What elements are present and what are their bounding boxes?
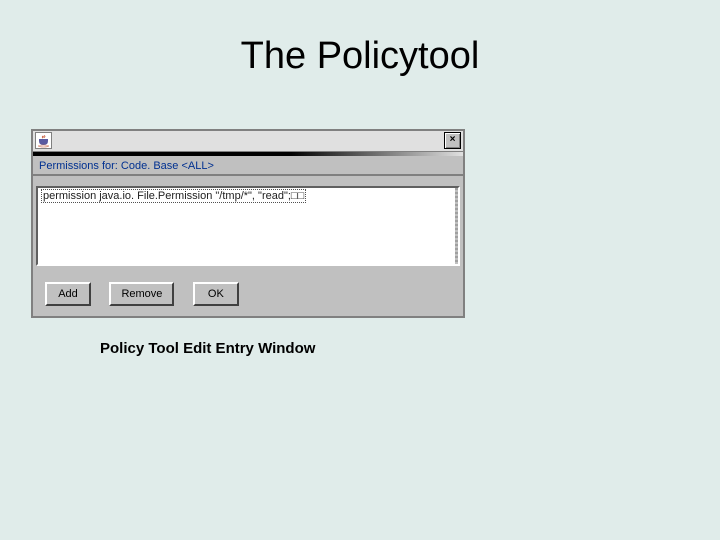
figure-caption: Policy Tool Edit Entry Window bbox=[100, 340, 315, 357]
policytool-window: × Permissions for: Code. Base <ALL> perm… bbox=[32, 130, 464, 317]
add-button[interactable]: Add bbox=[45, 282, 91, 306]
remove-button[interactable]: Remove bbox=[109, 282, 174, 306]
permission-entry[interactable]: permission java.io. File.Permission "/tm… bbox=[41, 189, 306, 203]
slide-title: The Policytool bbox=[0, 35, 720, 78]
scrollbar-vertical[interactable] bbox=[455, 188, 458, 264]
ok-button[interactable]: OK bbox=[193, 282, 239, 306]
button-row: Add Remove OK bbox=[33, 270, 463, 316]
permissions-list[interactable]: permission java.io. File.Permission "/tm… bbox=[36, 186, 460, 266]
java-cup-icon bbox=[35, 132, 52, 149]
permissions-header: Permissions for: Code. Base <ALL> bbox=[33, 156, 463, 176]
close-icon[interactable]: × bbox=[444, 132, 461, 149]
title-bar: × bbox=[33, 131, 463, 152]
